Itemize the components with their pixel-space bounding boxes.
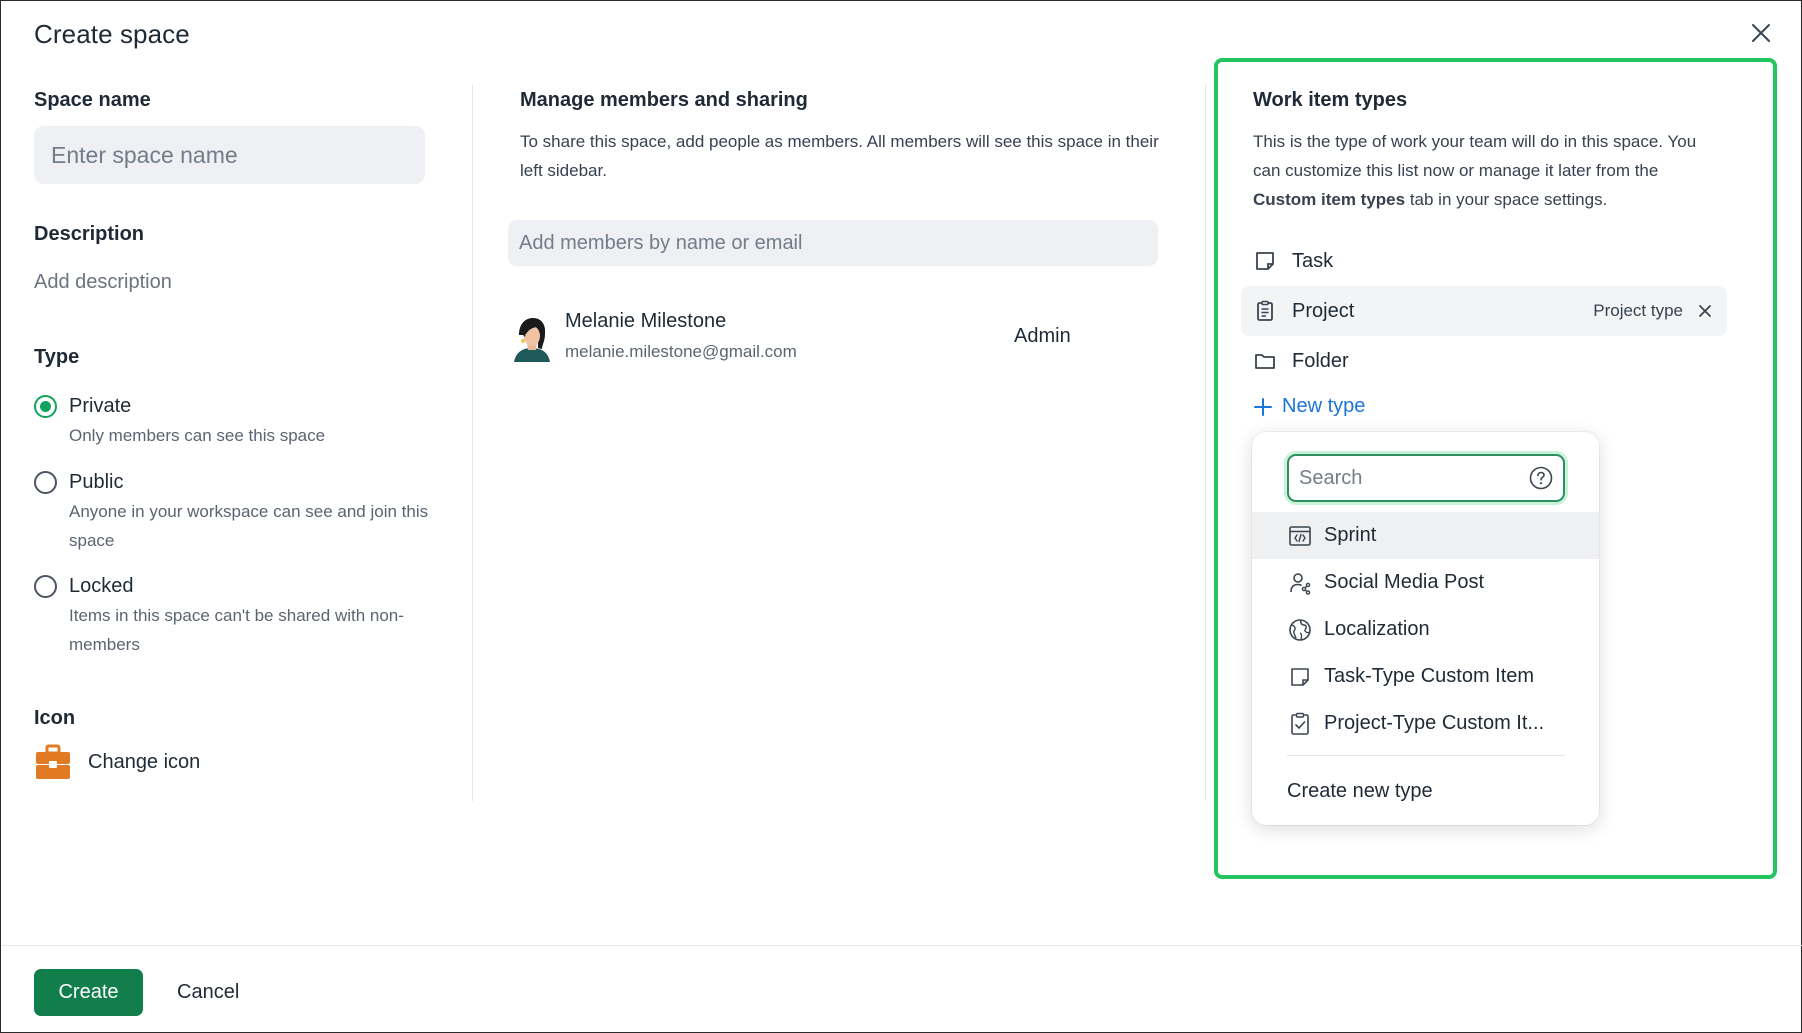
create-button[interactable]: Create bbox=[34, 969, 143, 1016]
briefcase-icon bbox=[34, 743, 72, 781]
dropdown-item-task-type-custom[interactable]: Task-Type Custom Item bbox=[1252, 653, 1599, 700]
type-label: Task bbox=[1292, 249, 1334, 272]
task-icon bbox=[1288, 665, 1312, 689]
dropdown-divider bbox=[1287, 755, 1565, 756]
work-item-types-title: Work item types bbox=[1253, 89, 1408, 111]
dialog-title: Create space bbox=[34, 19, 190, 49]
create-new-type-button[interactable]: Create new type bbox=[1287, 780, 1433, 803]
radio-private-label: Private bbox=[69, 395, 132, 417]
radio-locked-label: Locked bbox=[69, 575, 134, 597]
change-icon-label: Change icon bbox=[88, 750, 201, 773]
radio-public-description: Anyone in your workspace can see and joi… bbox=[69, 502, 429, 550]
type-row-task[interactable]: Task bbox=[1241, 236, 1727, 286]
dropdown-item-social-media-post[interactable]: Social Media Post bbox=[1252, 559, 1599, 606]
type-label: Folder bbox=[1292, 349, 1349, 372]
close-icon[interactable] bbox=[1749, 21, 1773, 45]
remove-icon[interactable] bbox=[1697, 303, 1713, 319]
avatar bbox=[510, 315, 554, 363]
type-row-folder[interactable]: Folder bbox=[1241, 336, 1727, 386]
cancel-button[interactable]: Cancel bbox=[177, 981, 239, 1004]
folder-icon bbox=[1254, 350, 1276, 372]
dropdown-item-label: Task-Type Custom Item bbox=[1324, 665, 1535, 687]
radio-locked-description: Items in this space can't be shared with… bbox=[69, 606, 404, 654]
radio-private[interactable] bbox=[34, 395, 57, 418]
type-row-project[interactable]: Project Project type bbox=[1241, 286, 1727, 336]
dropdown-search[interactable] bbox=[1287, 454, 1565, 502]
radio-public-label: Public bbox=[69, 471, 124, 493]
space-name-label: Space name bbox=[34, 89, 151, 111]
task-icon bbox=[1254, 250, 1276, 272]
dropdown-item-label: Project-Type Custom It... bbox=[1324, 712, 1545, 734]
add-members-input[interactable] bbox=[508, 220, 1158, 266]
new-type-dropdown: Sprint Social Media Post Localization Ta… bbox=[1252, 432, 1599, 825]
create-space-dialog: Create space Space name Description Add … bbox=[0, 0, 1802, 1033]
project-type-tag: Project type bbox=[1593, 301, 1683, 320]
new-type-label: New type bbox=[1282, 395, 1366, 417]
type-label: Type bbox=[34, 346, 80, 368]
dropdown-item-localization[interactable]: Localization bbox=[1252, 606, 1599, 653]
icon-label: Icon bbox=[34, 707, 76, 729]
sprint-icon bbox=[1288, 524, 1312, 548]
social-media-icon bbox=[1288, 571, 1312, 595]
add-description-link[interactable]: Add description bbox=[34, 271, 172, 294]
member-name: Melanie Milestone bbox=[565, 310, 727, 332]
globe-icon bbox=[1288, 618, 1312, 642]
type-label: Project bbox=[1292, 299, 1355, 322]
radio-locked[interactable] bbox=[34, 575, 57, 598]
members-description: To share this space, add people as membe… bbox=[520, 132, 1159, 180]
member-role[interactable]: Admin bbox=[1014, 325, 1071, 348]
dropdown-item-label: Localization bbox=[1324, 618, 1430, 640]
radio-public[interactable] bbox=[34, 471, 57, 494]
new-type-button[interactable]: New type bbox=[1254, 395, 1365, 418]
dropdown-item-sprint[interactable]: Sprint bbox=[1252, 512, 1599, 559]
clipboard-icon bbox=[1254, 300, 1276, 322]
space-name-input[interactable] bbox=[34, 126, 425, 184]
column-divider bbox=[1205, 85, 1206, 801]
radio-private-description: Only members can see this space bbox=[69, 426, 326, 445]
work-item-types-description: This is the type of work your team will … bbox=[1253, 132, 1697, 209]
member-email: melanie.milestone@gmail.com bbox=[565, 342, 797, 361]
plus-icon bbox=[1254, 397, 1272, 416]
dropdown-search-input[interactable] bbox=[1289, 456, 1509, 500]
dropdown-item-label: Sprint bbox=[1324, 524, 1377, 546]
dropdown-item-project-type-custom[interactable]: Project-Type Custom It... bbox=[1252, 700, 1599, 747]
description-label: Description bbox=[34, 223, 145, 245]
members-section-title: Manage members and sharing bbox=[520, 89, 808, 111]
change-icon-row[interactable]: Change icon bbox=[34, 743, 200, 781]
help-icon[interactable] bbox=[1529, 466, 1553, 490]
dropdown-item-label: Social Media Post bbox=[1324, 571, 1485, 593]
footer-divider bbox=[2, 945, 1802, 946]
clipboard-check-icon bbox=[1288, 712, 1312, 736]
column-divider bbox=[472, 85, 473, 801]
